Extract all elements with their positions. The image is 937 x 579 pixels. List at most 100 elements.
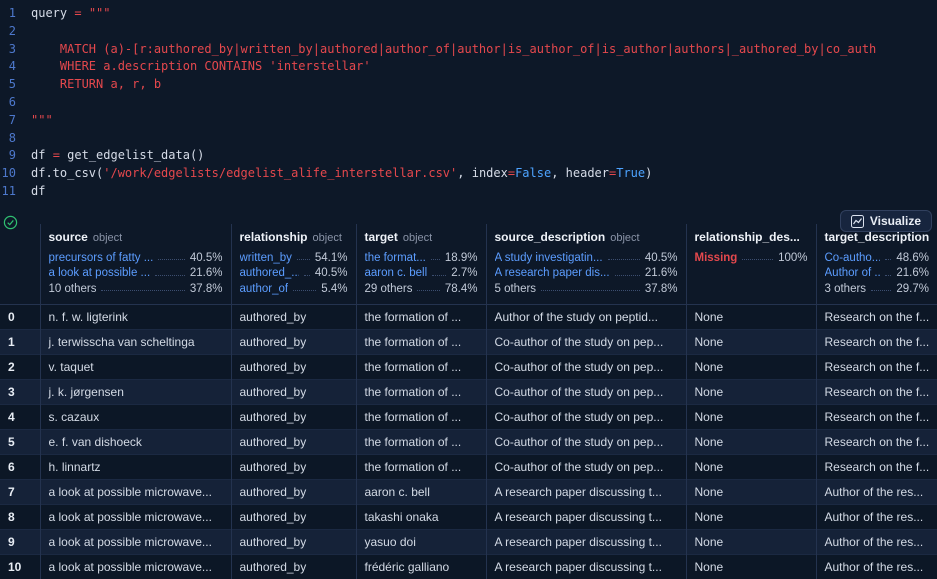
cell-relationship: authored_by (230, 328, 356, 354)
line-number: 7 (8, 112, 16, 127)
line-number: 2 (8, 23, 16, 38)
table-row[interactable]: 0 n. f. w. ligterink authored_by the for… (0, 303, 937, 329)
table-row[interactable]: 3 j. k. jørgensen authored_by the format… (0, 378, 937, 404)
row-index: 3 (0, 378, 40, 404)
stat-percent: 40.5% (644, 251, 678, 264)
code-token: get_edgelist_data() (67, 148, 205, 163)
cell-target: the formation of ... (355, 353, 486, 379)
table-row[interactable]: 9 a look at possible microwave... author… (0, 528, 937, 554)
column-header-target[interactable]: target object (355, 224, 486, 248)
cell-relationship-description: None (685, 553, 816, 579)
dotted-leader (417, 290, 440, 292)
cell-target: the formation of ... (355, 453, 486, 479)
code-token: '/work/edgelists/edgelist_alife_interste… (103, 166, 458, 181)
table-row[interactable]: 6 h. linnartz authored_by the formation … (0, 453, 937, 479)
table-row[interactable]: 1 j. terwisscha van scheltinga authored_… (0, 328, 937, 354)
cell-target-description: Research on the f... (815, 328, 937, 354)
dotted-leader (871, 290, 892, 292)
stat-value-link[interactable]: author_of (240, 283, 289, 295)
cell-source-description: A research paper discussing t... (485, 478, 686, 504)
column-header-source[interactable]: source object (39, 224, 231, 248)
code-line: 5 RETURN a, r, b (0, 76, 937, 94)
column-header-relationship[interactable]: relationship object (230, 224, 356, 248)
cell-source-description: A research paper discussing t... (485, 528, 686, 554)
table-row[interactable]: 4 s. cazaux authored_by the formation of… (0, 403, 937, 429)
cell-relationship-description: None (685, 453, 816, 479)
column-header-relationship-description[interactable]: relationship_des... (685, 224, 816, 248)
dotted-leader (303, 274, 310, 276)
cell-target: takashi onaka (355, 503, 486, 529)
stat-percent: 21.6% (644, 267, 678, 280)
dotted-leader (293, 290, 317, 292)
code-token: ) (645, 166, 653, 181)
dotted-leader (158, 259, 185, 261)
stat-value-link[interactable]: aaron c. bell (365, 267, 428, 279)
cell-relationship-description: None (685, 428, 816, 454)
header-row: source object relationship object target ob… (0, 224, 937, 248)
cell-target-description: Author of the res... (815, 553, 937, 579)
visualize-button[interactable]: Visualize (839, 210, 932, 232)
visualize-label: Visualize (869, 214, 921, 228)
cell-relationship: authored_by (230, 428, 356, 454)
dotted-leader (607, 259, 640, 261)
column-header-source-description[interactable]: source_description object (485, 224, 686, 248)
cell-relationship: authored_by (230, 353, 356, 379)
stat-others: 10 others (48, 282, 97, 295)
stat-value-link[interactable]: a look at possible ... (49, 267, 151, 279)
stat-percent: 5.4% (321, 282, 348, 295)
stat-value-link[interactable]: Author of ... (825, 267, 881, 279)
stat-value-link[interactable]: authored_... (240, 267, 299, 279)
column-name: source_description (494, 230, 606, 244)
cell-target: the formation of ... (355, 303, 486, 329)
stat-percent: 54.1% (314, 251, 348, 264)
stat-value-link[interactable]: A study investigatin... (495, 252, 603, 264)
cell-relationship: authored_by (230, 478, 356, 504)
table-row[interactable]: 2 v. taquet authored_by the formation of… (0, 353, 937, 379)
row-index: 2 (0, 353, 40, 379)
dotted-leader (541, 290, 640, 292)
code-token: = (507, 166, 516, 181)
stat-others: 29 others (364, 282, 413, 295)
dotted-leader (885, 274, 892, 276)
stat-value-link[interactable]: the format... (365, 252, 426, 264)
table-row[interactable]: 8 a look at possible microwave... author… (0, 503, 937, 529)
cell-target: the formation of ... (355, 403, 486, 429)
table-row[interactable]: 10 a look at possible microwave... autho… (0, 553, 937, 579)
cell-relationship: authored_by (230, 453, 356, 479)
code-editor[interactable]: 1 query = """ 2 3 MATCH (a)-[r:authored_b… (0, 0, 937, 217)
code-token: = (74, 6, 89, 20)
code-line: 4 WHERE a.description CONTAINS 'interste… (0, 58, 937, 76)
cell-source: a look at possible microwave... (39, 553, 231, 579)
stat-percent: 37.8% (644, 282, 678, 295)
code-token: """ (88, 6, 111, 20)
line-number: 5 (8, 77, 16, 92)
cell-relationship-description: None (685, 378, 816, 404)
dotted-leader (885, 259, 892, 261)
column-name: relationship (239, 230, 308, 244)
cell-source-description: Co-author of the study on pep... (485, 403, 686, 429)
stat-percent: 21.6% (189, 267, 223, 280)
stat-value-link[interactable]: written_by (240, 252, 292, 264)
cell-source-description: Co-author of the study on pep... (485, 428, 686, 454)
cell-relationship: authored_by (230, 378, 356, 404)
cell-source-description: A research paper discussing t... (485, 553, 686, 579)
stat-percent: 48.6% (896, 251, 929, 264)
table-row[interactable]: 7 a look at possible microwave... author… (0, 478, 937, 504)
stat-others: 3 others (824, 282, 867, 295)
dotted-leader (101, 290, 185, 292)
stat-value-link[interactable]: Co-autho... (825, 252, 881, 264)
row-index: 7 (0, 478, 40, 504)
dotted-leader (296, 259, 310, 261)
cell-source: h. linnartz (39, 453, 231, 479)
column-type: object (312, 232, 342, 244)
stat-percent: 21.6% (896, 267, 929, 280)
line-number: 8 (8, 130, 16, 145)
stat-value-link[interactable]: A research paper dis... (495, 267, 610, 279)
cell-relationship-description: None (685, 403, 816, 429)
column-type: object (402, 232, 433, 244)
cell-target: the formation of ... (355, 328, 486, 354)
stat-value-link[interactable]: precursors of fatty ... (49, 252, 154, 264)
table-row[interactable]: 5 e. f. van dishoeck authored_by the for… (0, 428, 937, 454)
cell-target-description: Research on the f... (815, 378, 937, 404)
cell-target: frédéric galliano (355, 553, 486, 579)
